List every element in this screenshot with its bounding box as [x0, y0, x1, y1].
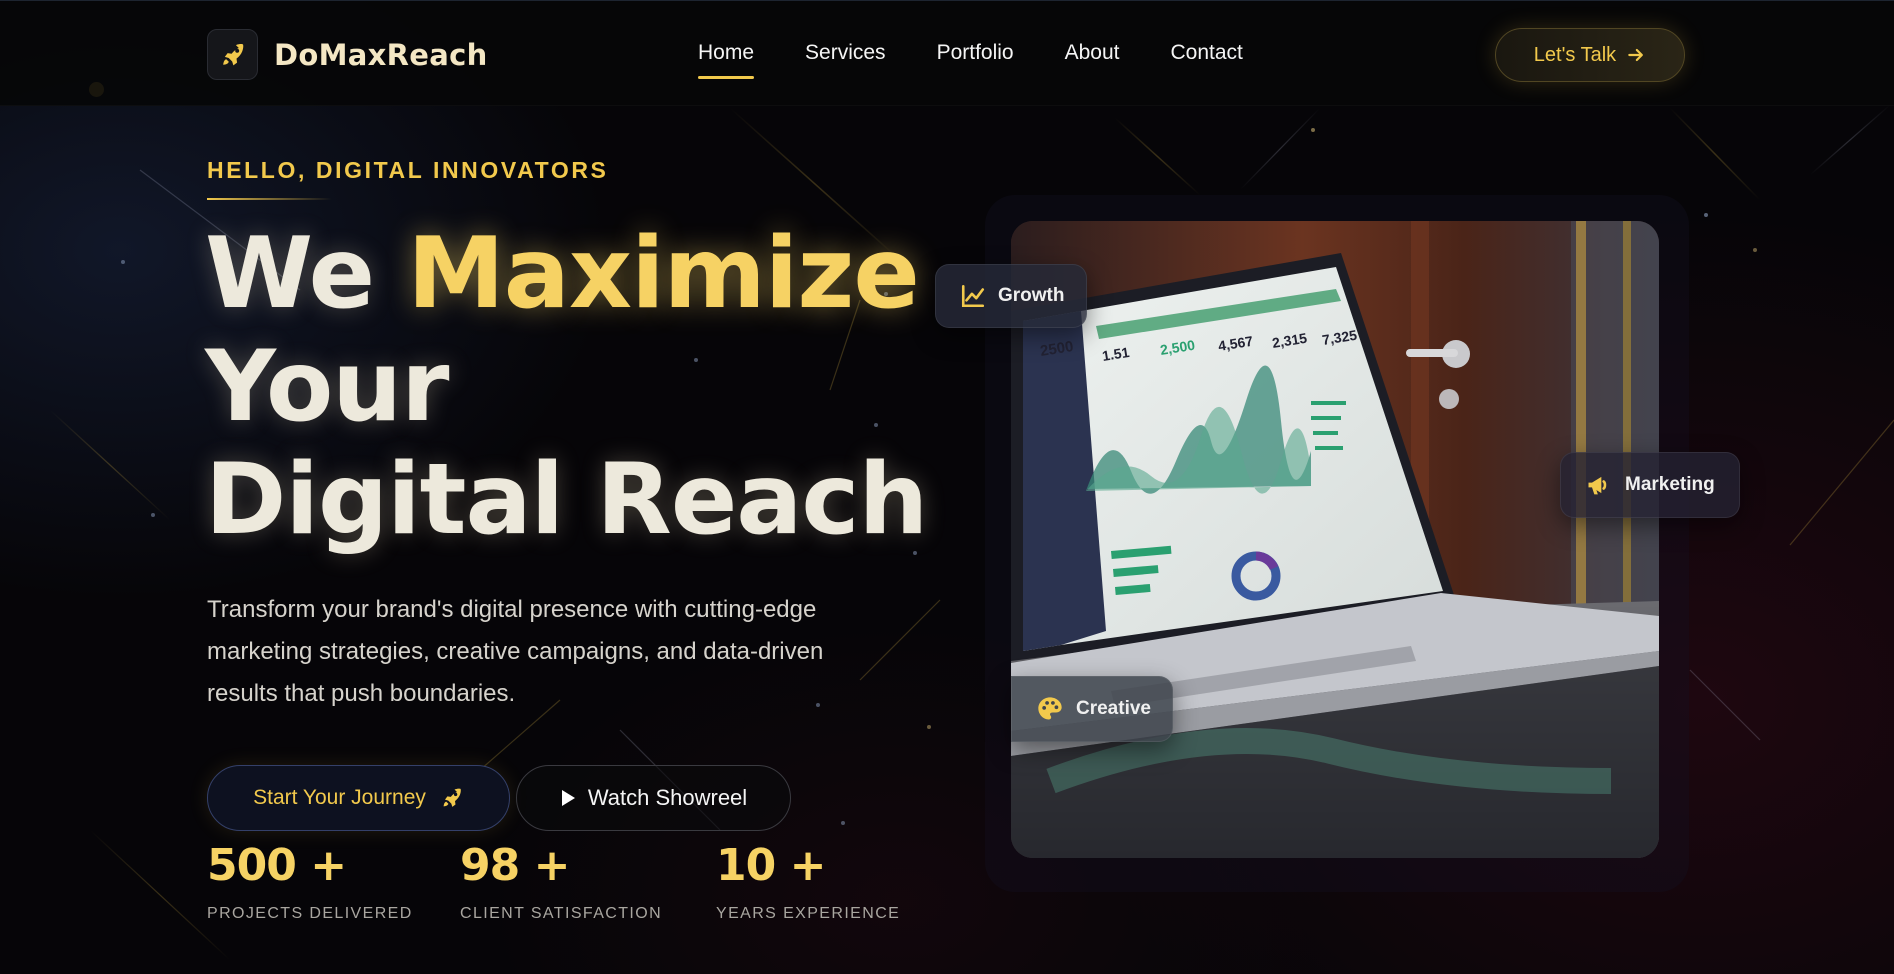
arrow-right-icon: [1628, 48, 1644, 62]
top-navigation: DoMaxReach Home Services Portfolio About…: [0, 0, 1894, 106]
headline-maximize: Maximize: [407, 217, 920, 331]
start-journey-label: Start Your Journey: [253, 786, 426, 809]
badge-growth-label: Growth: [998, 285, 1065, 306]
start-journey-button[interactable]: Start Your Journey: [207, 765, 510, 831]
badge-marketing-label: Marketing: [1625, 474, 1715, 495]
logo-badge: [207, 29, 258, 80]
nav-contact[interactable]: Contact: [1171, 41, 1243, 65]
brand-name: DoMaxReach: [274, 37, 488, 72]
stat-satisfaction: 98 + CLIENT SATISFACTION: [460, 840, 662, 923]
badge-creative: Creative: [1011, 676, 1173, 742]
stat-experience: 10 + YEARS EXPERIENCE: [716, 840, 900, 923]
palette-icon: [1038, 697, 1062, 720]
megaphone-icon: [1588, 476, 1607, 495]
chart-line-icon: [961, 284, 985, 308]
stat-number: 10 +: [716, 840, 826, 891]
rocket-icon: [443, 788, 461, 807]
lets-talk-label: Let's Talk: [1533, 43, 1617, 66]
hero-eyebrow: HELLO, DIGITAL INNOVATORS: [207, 157, 609, 183]
hero-headline: We Maximize Your Digital Reach: [205, 218, 928, 557]
badge-creative-label: Creative: [1076, 698, 1151, 719]
nav-about[interactable]: About: [1065, 41, 1120, 65]
headline-line-3: Digital Reach: [205, 443, 928, 557]
headline-line-2: Your: [205, 330, 449, 444]
nav-portfolio[interactable]: Portfolio: [937, 41, 1014, 65]
stat-label: CLIENT SATISFACTION: [460, 905, 663, 922]
stat-number: 500 +: [207, 840, 347, 891]
badge-marketing: Marketing: [1560, 452, 1740, 518]
stat-label: YEARS EXPERIENCE: [716, 905, 901, 922]
main-menu: Home Services Portfolio About Contact: [698, 41, 1294, 79]
headline-we: We: [205, 217, 375, 331]
badge-growth: Growth: [935, 264, 1087, 328]
hero-laptop-image: 2500 1.51 2,500 4,567 2,315 7,325: [1011, 221, 1659, 858]
laptop-illustration: 2500 1.51 2,500 4,567 2,315 7,325: [1011, 221, 1659, 858]
watch-showreel-button[interactable]: Watch Showreel: [516, 765, 791, 831]
watch-showreel-label: Watch Showreel: [587, 785, 748, 810]
nav-home[interactable]: Home: [698, 41, 755, 79]
eyebrow-underline: [207, 198, 332, 200]
lets-talk-button[interactable]: Let's Talk: [1495, 28, 1685, 82]
headline-line-1: We Maximize: [205, 218, 927, 331]
stat-projects: 500 + PROJECTS DELIVERED: [207, 840, 413, 923]
play-icon: [561, 790, 575, 806]
brand-logo[interactable]: DoMaxReach: [207, 29, 488, 80]
rocket-icon: [222, 43, 243, 65]
stat-number: 98 +: [460, 840, 570, 891]
nav-services[interactable]: Services: [805, 41, 886, 65]
stat-label: PROJECTS DELIVERED: [207, 905, 413, 922]
hero-description: Transform your brand's digital presence …: [207, 596, 824, 707]
